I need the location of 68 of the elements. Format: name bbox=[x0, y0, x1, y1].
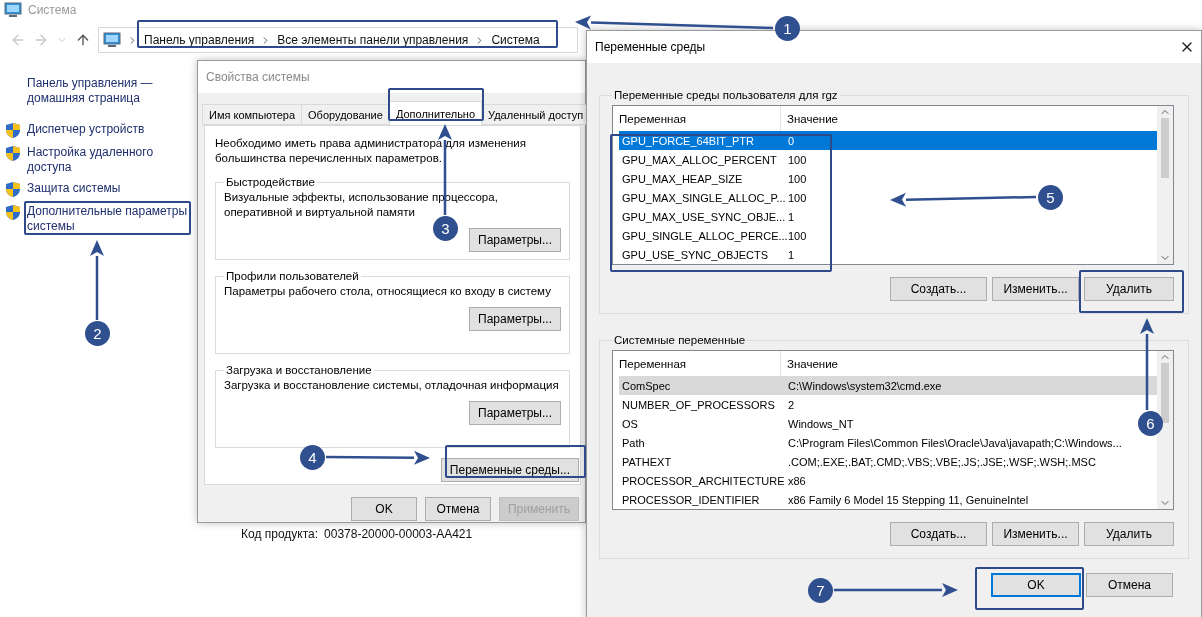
dialog-title: Переменные среды bbox=[595, 40, 706, 54]
scrollbar-thumb[interactable] bbox=[1161, 363, 1169, 423]
shield-icon bbox=[5, 181, 21, 198]
list-row[interactable]: GPU_SINGLE_ALLOC_PERCE...100 bbox=[619, 226, 809, 245]
shield-icon bbox=[5, 122, 21, 139]
list-row[interactable]: GPU_USE_SYNC_OBJECTS 1 bbox=[619, 245, 797, 264]
scrollbar[interactable] bbox=[1157, 106, 1173, 264]
shield-icon bbox=[5, 145, 21, 162]
list-row[interactable]: GPU_MAX_HEAP_SIZE 100 bbox=[619, 169, 809, 188]
home-link[interactable]: Панель управления — домашняя страница bbox=[5, 76, 162, 106]
up-icon[interactable] bbox=[75, 32, 91, 48]
forward-icon[interactable] bbox=[33, 32, 49, 48]
list-row[interactable]: GPU_MAX_SINGLE_ALLOC_P... 100 bbox=[619, 188, 809, 207]
group-title: Переменные среды пользователя для rgz bbox=[613, 89, 839, 101]
list-row[interactable]: PROCESSOR_IDENTIFIER x86 Family 6 Model 15 Stepping 11, GenuineIntel bbox=[619, 490, 1031, 509]
window-title: Система bbox=[28, 3, 77, 17]
breadcrumb-item[interactable]: Все элементы панели управления bbox=[277, 33, 469, 47]
back-icon[interactable] bbox=[10, 32, 26, 48]
list-row[interactable]: Path C:\Program Files\Common Files\Oracle\Java\javapath;C:\Windows... bbox=[619, 433, 1124, 452]
sidebar-link[interactable]: Защита системы bbox=[27, 181, 192, 196]
env-vars-button[interactable]: Переменные среды... bbox=[440, 458, 579, 482]
breadcrumb-item[interactable]: Панель управления bbox=[144, 33, 255, 47]
list-row[interactable]: NUMBER_OF_PROCESSORS 2 bbox=[619, 395, 797, 414]
dialog-button[interactable]: Отмена bbox=[1086, 573, 1173, 597]
settings-button[interactable]: Параметры... bbox=[469, 307, 561, 331]
product-code-label: Код продукта: bbox=[241, 527, 319, 541]
dialog-button[interactable]: OK bbox=[991, 573, 1081, 597]
intro-text: Необходимо иметь права администратора для изменения большинства перечисленных параметров. bbox=[215, 136, 527, 166]
tab[interactable]: Дополнительно bbox=[388, 101, 483, 125]
sidebar-link[interactable]: Дополнительные параметры системы bbox=[27, 204, 192, 234]
group-description: Параметры рабочего стола, относящиеся ко входу в систему bbox=[224, 284, 552, 299]
group-description: Загрузка и восстановление системы, отладочная информация bbox=[224, 378, 560, 393]
list-row[interactable]: GPU_MAX_ALLOC_PERCENT 100 bbox=[619, 150, 809, 169]
sidebar-link[interactable]: Настройка удаленного доступа bbox=[27, 145, 192, 175]
list-action-button[interactable]: Изменить... bbox=[992, 277, 1079, 301]
list-row[interactable]: OS Windows_NT bbox=[619, 414, 856, 433]
monitor-icon bbox=[103, 32, 121, 48]
group-title: Системные переменные bbox=[613, 334, 747, 346]
list-row[interactable]: PATHEXT .COM;.EXE;.BAT;.CMD;.VBS;.VBE;.JS;.JSE;.WSF;.WSH;.MSC bbox=[619, 452, 1098, 471]
monitor-icon bbox=[4, 2, 22, 18]
tab[interactable]: Оборудование bbox=[301, 104, 390, 125]
product-code: 00378-20000-00003-AA421 bbox=[324, 527, 473, 541]
group-title: Профили пользователей bbox=[225, 270, 360, 282]
group-title: Быстродействие bbox=[225, 176, 316, 188]
scrollbar-thumb[interactable] bbox=[1161, 118, 1169, 178]
column-header[interactable]: Значение bbox=[781, 351, 1157, 376]
breadcrumb-item[interactable]: Система bbox=[491, 33, 540, 47]
address-bar[interactable]: Панель управления Все элементы панели управления Система bbox=[98, 27, 578, 53]
tab[interactable]: Имя компьютера bbox=[202, 104, 303, 125]
shield-icon bbox=[5, 204, 21, 221]
list-action-button[interactable]: Изменить... bbox=[992, 522, 1079, 546]
list-row[interactable]: GPU_MAX_USE_SYNC_OBJE... 1 bbox=[619, 207, 797, 226]
list-action-button[interactable]: Удалить bbox=[1084, 522, 1174, 546]
settings-button[interactable]: Параметры... bbox=[469, 228, 561, 252]
scrollbar[interactable] bbox=[1157, 351, 1173, 509]
list-row[interactable]: ComSpec C:\Windows\system32\cmd.exe bbox=[619, 376, 1157, 395]
column-header[interactable]: Значение bbox=[781, 106, 1157, 131]
list-row[interactable]: PROCESSOR_ARCHITECTURE x86 bbox=[619, 471, 808, 490]
sidebar-link[interactable]: Диспетчер устройств bbox=[27, 122, 192, 137]
dialog-button[interactable]: Отмена bbox=[425, 497, 491, 521]
list-action-button[interactable]: Создать... bbox=[890, 522, 987, 546]
dialog-button[interactable]: OK bbox=[351, 497, 417, 521]
list-action-button[interactable]: Удалить bbox=[1084, 277, 1174, 301]
group-title: Загрузка и восстановление bbox=[225, 364, 373, 376]
list-row[interactable]: GPU_FORCE_64BIT_PTR 0 bbox=[619, 131, 1157, 150]
dialog-title: Свойства системы bbox=[206, 70, 310, 84]
list-action-button[interactable]: Создать... bbox=[890, 277, 987, 301]
settings-button[interactable]: Параметры... bbox=[469, 401, 561, 425]
